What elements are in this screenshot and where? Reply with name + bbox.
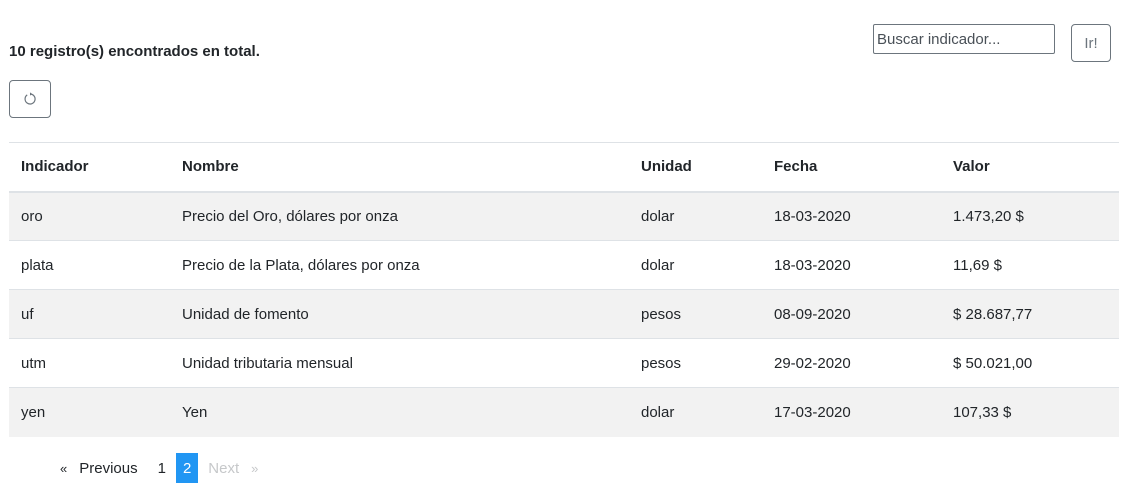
cell-fecha: 17-03-2020 (762, 387, 941, 437)
header-indicador[interactable]: Indicador (9, 142, 170, 193)
table-row: utm Unidad tributaria mensual pesos 29-0… (9, 338, 1119, 388)
cell-unidad: dolar (629, 191, 762, 241)
page-2-link[interactable]: 2 (175, 453, 199, 483)
records-summary: 10 registro(s) encontrados en total. (9, 43, 260, 60)
table-row: oro Precio del Oro, dólares por onza dol… (9, 191, 1119, 241)
cell-valor: 1.473,20 $ (941, 191, 1119, 241)
next-label: Next (208, 459, 240, 477)
table-row: yen Yen dolar 17-03-2020 107,33 $ (9, 387, 1119, 437)
cell-indicador: oro (9, 191, 170, 241)
header-fecha[interactable]: Fecha (762, 142, 941, 193)
search-go-button[interactable]: Ir! (1071, 24, 1111, 62)
next-page-link[interactable]: Next » (198, 453, 268, 483)
cell-indicador: uf (9, 289, 170, 339)
search-input[interactable] (873, 24, 1055, 54)
cell-unidad: dolar (629, 240, 762, 290)
previous-label: Previous (79, 459, 138, 477)
header-valor[interactable]: Valor (941, 142, 1119, 193)
cell-nombre: Yen (170, 387, 629, 437)
cell-nombre: Unidad tributaria mensual (170, 338, 629, 388)
table-row: plata Precio de la Plata, dólares por on… (9, 240, 1119, 290)
cell-unidad: pesos (629, 289, 762, 339)
cell-valor: $ 50.021,00 (941, 338, 1119, 388)
cell-fecha: 18-03-2020 (762, 191, 941, 241)
cell-indicador: plata (9, 240, 170, 290)
indicators-table: Indicador Nombre Unidad Fecha Valor oro … (9, 142, 1119, 437)
cell-indicador: utm (9, 338, 170, 388)
pagination: « Previous 1 2 Next » (50, 453, 268, 483)
cell-valor: $ 28.687,77 (941, 289, 1119, 339)
cell-indicador: yen (9, 387, 170, 437)
cell-fecha: 18-03-2020 (762, 240, 941, 290)
cell-fecha: 08-09-2020 (762, 289, 941, 339)
cell-fecha: 29-02-2020 (762, 338, 941, 388)
cell-nombre: Precio de la Plata, dólares por onza (170, 240, 629, 290)
cell-unidad: pesos (629, 338, 762, 388)
page-1-link[interactable]: 1 (148, 453, 176, 483)
cell-nombre: Unidad de fomento (170, 289, 629, 339)
next-arrow-icon: » (251, 460, 259, 476)
header-nombre[interactable]: Nombre (170, 142, 629, 193)
cell-unidad: dolar (629, 387, 762, 437)
table-row: uf Unidad de fomento pesos 08-09-2020 $ … (9, 289, 1119, 339)
previous-arrow-icon: « (60, 460, 68, 476)
refresh-button[interactable] (9, 80, 51, 118)
cell-valor: 107,33 $ (941, 387, 1119, 437)
previous-page-link[interactable]: « Previous (50, 453, 148, 483)
table-header-row: Indicador Nombre Unidad Fecha Valor (9, 142, 1119, 193)
refresh-icon (23, 92, 37, 106)
cell-valor: 11,69 $ (941, 240, 1119, 290)
cell-nombre: Precio del Oro, dólares por onza (170, 191, 629, 241)
header-unidad[interactable]: Unidad (629, 142, 762, 193)
